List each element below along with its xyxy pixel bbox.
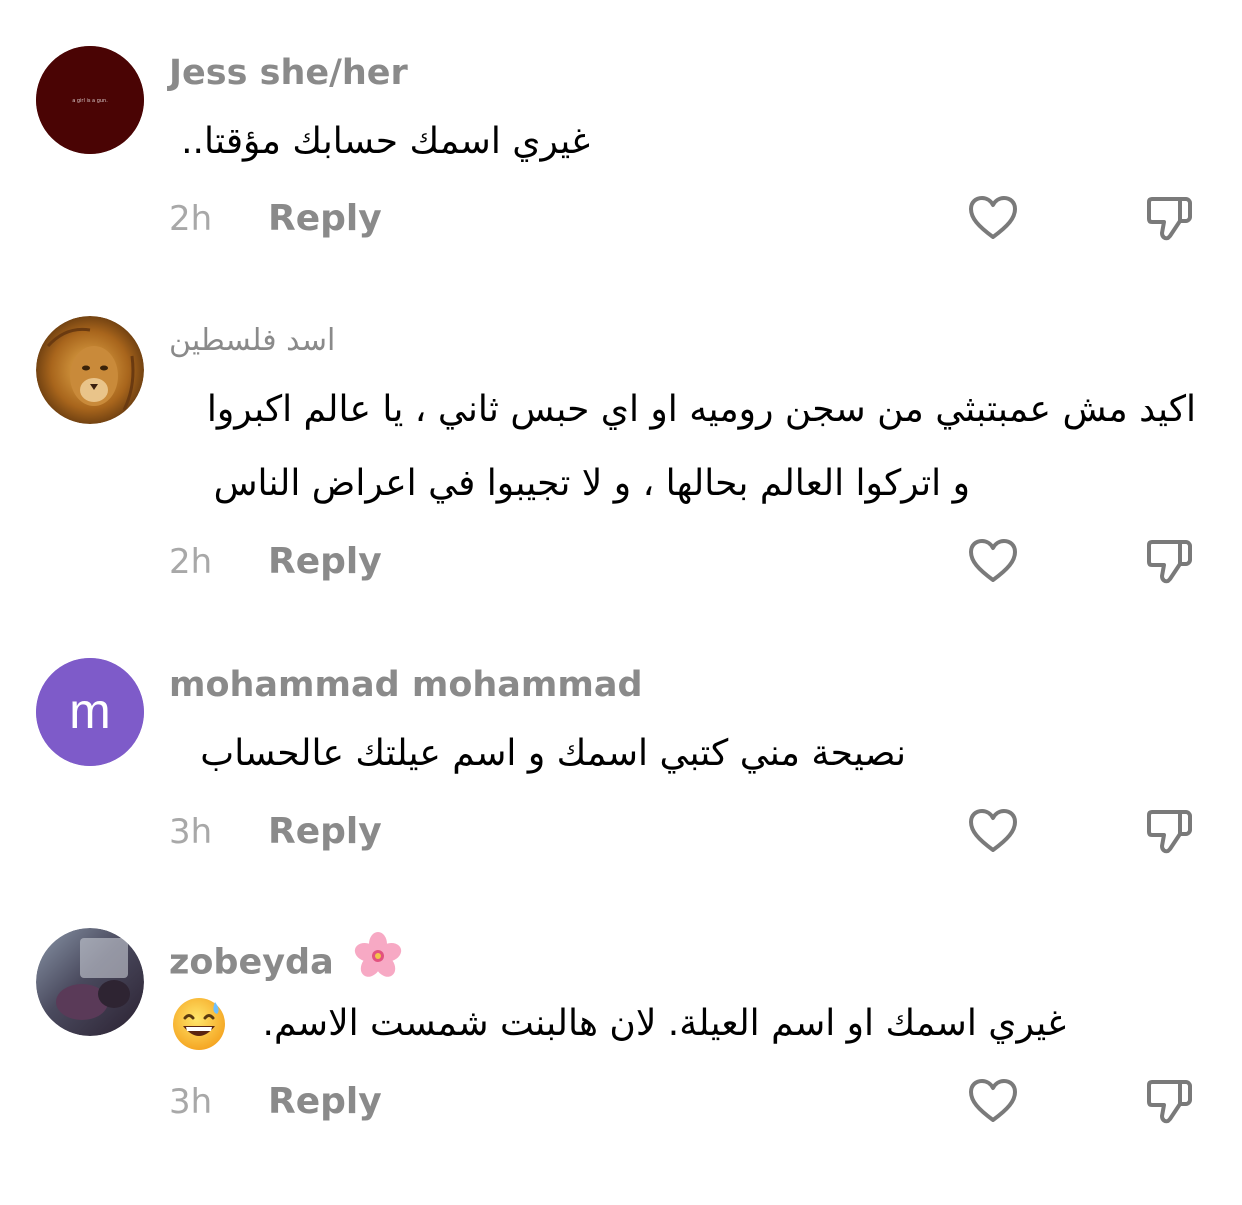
comment-time: 3h — [169, 1082, 213, 1122]
comment-text-line: اكيد مش عمبتبثي من سجن روميه او اي حبس ث… — [206, 389, 1196, 430]
comment-time: 3h — [169, 812, 213, 852]
username[interactable]: zobeyda — [169, 932, 404, 989]
username[interactable]: Jess she/her — [169, 56, 408, 91]
comment-time: 2h — [169, 542, 213, 582]
avatar[interactable]: a girl is a gun. — [36, 46, 144, 154]
grinning-sweat-face-icon — [171, 996, 227, 1052]
username[interactable]: mohammad mohammad — [169, 668, 643, 703]
reply-button[interactable]: Reply — [268, 544, 382, 580]
avatar[interactable] — [36, 316, 144, 424]
comment-text-line: و اتركوا العالم بحالها ، و لا تجيبوا في … — [213, 463, 970, 504]
avatar-caption: a girl is a gun. — [72, 98, 108, 104]
thumbs-down-icon[interactable] — [1146, 808, 1194, 856]
avatar-letter: m — [69, 683, 111, 739]
thumbs-down-icon[interactable] — [1146, 538, 1194, 586]
thumbs-down-icon[interactable] — [1146, 195, 1194, 243]
heart-icon[interactable] — [968, 1078, 1018, 1124]
heart-icon[interactable] — [968, 538, 1018, 584]
avatar[interactable]: m — [36, 658, 144, 766]
username[interactable]: اسد فلسطين — [169, 326, 335, 356]
comment-text: نصيحة مني كتبي اسمك و اسم عيلتك عالحساب — [200, 733, 906, 774]
comment-time: 2h — [169, 199, 213, 239]
reply-button[interactable]: Reply — [268, 814, 382, 850]
heart-icon[interactable] — [968, 195, 1018, 241]
thumbs-down-icon[interactable] — [1146, 1078, 1194, 1126]
reply-button[interactable]: Reply — [268, 1084, 382, 1120]
reply-button[interactable]: Reply — [268, 201, 382, 237]
avatar[interactable] — [36, 928, 144, 1036]
username-text: zobeyda — [169, 942, 334, 983]
heart-icon[interactable] — [968, 808, 1018, 854]
cherry-blossom-icon — [352, 930, 404, 989]
comment-text: غيري اسمك او اسم العيلة. لان هالبنت شمست… — [262, 1003, 1066, 1044]
comment-text: غيري اسمك حسابك مؤقتا.. — [181, 121, 590, 162]
